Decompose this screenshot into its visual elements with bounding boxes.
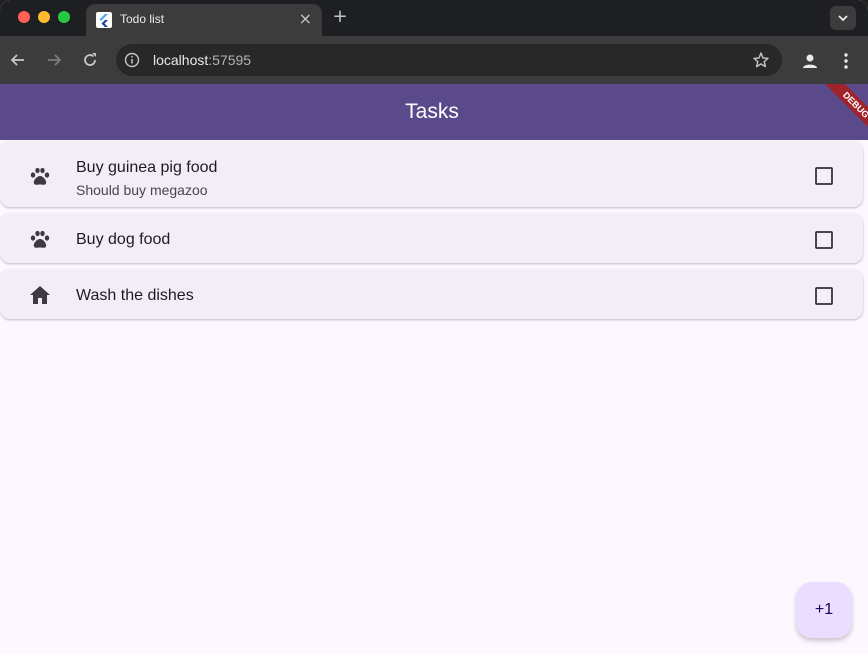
browser-toolbar: localhost:57595: [0, 36, 868, 84]
address-bar[interactable]: localhost:57595: [116, 44, 782, 76]
profile-icon[interactable]: [800, 51, 820, 71]
tab-title: Todo list: [120, 12, 165, 26]
home-icon: [30, 286, 50, 304]
url-port: :57595: [208, 52, 252, 68]
task-checkbox[interactable]: [815, 287, 833, 305]
task-title: Buy guinea pig food: [76, 159, 218, 176]
task-checkbox[interactable]: [815, 167, 833, 185]
task-checkbox[interactable]: [815, 231, 833, 249]
url-host: localhost: [153, 52, 209, 68]
app-bar: Tasks: [0, 84, 868, 140]
new-tab-button[interactable]: +: [330, 6, 350, 28]
task-item[interactable]: Buy dog food: [0, 213, 863, 263]
reload-icon[interactable]: [80, 50, 100, 70]
window-maximize-button[interactable]: [58, 11, 70, 23]
browser-tab[interactable]: Todo list ×: [86, 4, 322, 36]
url-text: localhost:57595: [153, 52, 251, 68]
flutter-favicon-icon: [96, 12, 112, 28]
forward-arrow-icon[interactable]: [44, 50, 64, 70]
add-task-fab[interactable]: +1: [796, 582, 852, 638]
tab-close-icon[interactable]: ×: [299, 10, 312, 28]
chevron-down-icon: [838, 15, 848, 22]
task-item[interactable]: Buy guinea pig food Should buy megazoo: [0, 141, 863, 207]
task-item[interactable]: Wash the dishes: [0, 269, 863, 319]
tab-search-button[interactable]: [830, 6, 856, 30]
more-vert-icon[interactable]: [838, 51, 854, 71]
debug-label: DEBUG: [822, 84, 868, 139]
bookmark-star-icon[interactable]: [752, 51, 770, 69]
site-info-icon[interactable]: [124, 52, 140, 68]
page-title: Tasks: [405, 100, 459, 123]
task-subtitle: Should buy megazoo: [76, 182, 208, 198]
paw-icon: [30, 230, 50, 248]
browser-window: Todo list × + localhost:57595 Tasks DEBU…: [0, 0, 868, 654]
task-title: Buy dog food: [76, 231, 171, 248]
debug-banner: DEBUG: [812, 84, 868, 140]
paw-icon: [30, 167, 50, 185]
back-arrow-icon[interactable]: [8, 50, 28, 70]
window-close-button[interactable]: [18, 11, 30, 23]
window-minimize-button[interactable]: [38, 11, 50, 23]
tab-strip: Todo list × +: [0, 0, 868, 36]
task-title: Wash the dishes: [76, 287, 194, 304]
